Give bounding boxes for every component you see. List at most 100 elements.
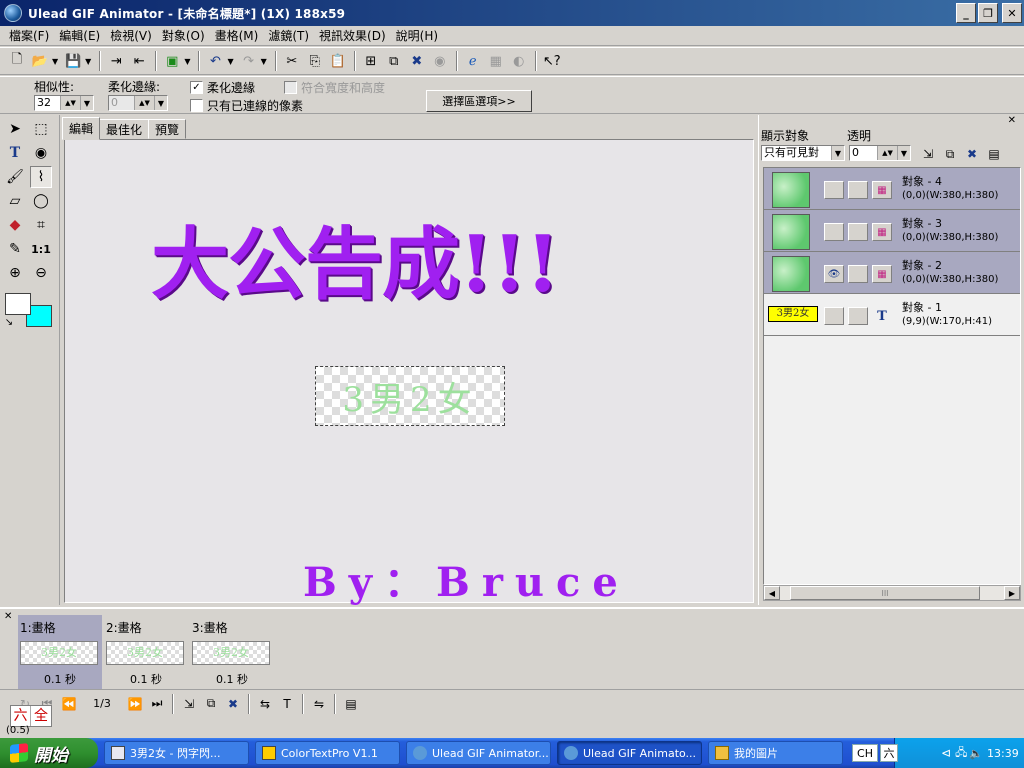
chevron-down-icon[interactable]: ▼ <box>897 146 910 160</box>
paste-icon[interactable]: 📋 <box>327 50 349 72</box>
redo-icon[interactable]: ↷ <box>238 50 260 72</box>
author-text[interactable]: By：Bruce <box>303 550 630 608</box>
frame-delay[interactable]: 0.1 秒 <box>104 671 188 687</box>
lock-toggle[interactable] <box>848 223 868 241</box>
fit-size-checkbox[interactable]: 符合寬度和高度 <box>284 79 385 96</box>
ime-mode[interactable]: 六 <box>11 706 31 726</box>
taskbar-item[interactable]: Ulead GIF Animator... <box>406 741 551 765</box>
volume-icon[interactable]: 🔈 <box>969 747 983 760</box>
lock-toggle[interactable] <box>848 181 868 199</box>
undo-dropdown-icon[interactable]: ▼ <box>227 57 233 66</box>
menu-file[interactable]: 檔案(F) <box>4 27 54 44</box>
duplicate-frame-icon[interactable]: ⧉ <box>200 694 222 714</box>
swap-colors-icon[interactable]: ↘ <box>2 315 16 329</box>
text-banner-icon[interactable]: T <box>276 694 298 714</box>
spinner-arrows-icon[interactable]: ▲▼ <box>877 146 897 160</box>
tween-icon[interactable]: ◉ <box>429 50 451 72</box>
add-frame-icon[interactable]: ⊞ <box>360 50 382 72</box>
browser-icon[interactable]: ℯ <box>462 50 484 72</box>
open-icon[interactable]: 📂 <box>29 50 51 72</box>
chevron-down-icon[interactable]: ▼ <box>154 96 167 110</box>
checkbox-box[interactable]: ✓ <box>190 81 203 94</box>
object-row[interactable]: 👁 ▦ 對象 - 2 (0,0)(W:380,H:380) <box>764 252 1020 294</box>
similarity-spinner[interactable]: 32 ▲▼ ▼ <box>34 95 94 111</box>
eraser-tool-icon[interactable]: ▱ <box>4 190 26 212</box>
close-button[interactable]: ✕ <box>1002 3 1022 23</box>
tab-edit[interactable]: 編輯 <box>62 117 101 140</box>
pointer-tool-icon[interactable]: ➤ <box>4 118 26 140</box>
opacity-spinner[interactable]: 0 ▲▼ ▼ <box>849 145 911 161</box>
tween-icon[interactable]: ⇆ <box>254 694 276 714</box>
lasso-tool-icon[interactable]: ⌇ <box>30 166 52 188</box>
spinner-arrows-icon[interactable]: ▲▼ <box>134 96 154 110</box>
taskbar-item[interactable]: 3男2女 - 閃字閃... <box>104 741 249 765</box>
marquee-tool-icon[interactable]: ⬚ <box>30 118 52 140</box>
ime-indicator[interactable]: 六 全 <box>10 705 52 727</box>
new-icon[interactable]: 🗋 <box>6 50 28 72</box>
menu-frame[interactable]: 畫格(M) <box>210 27 264 44</box>
canvas-title-text[interactable]: 大公告成!!! <box>151 202 560 314</box>
spinner-arrows-icon[interactable]: ▲▼ <box>60 96 80 110</box>
tab-preview[interactable]: 預覽 <box>148 119 187 139</box>
chevron-down-icon[interactable]: ▼ <box>80 96 93 110</box>
taskbar-item[interactable]: 我的圖片 <box>708 741 843 765</box>
actual-size-icon[interactable]: 1:1 <box>30 238 52 260</box>
feather-spinner[interactable]: 0 ▲▼ ▼ <box>108 95 168 111</box>
copy-icon[interactable]: ⎘ <box>304 50 326 72</box>
next-frame-icon[interactable]: ⏩ <box>124 694 146 714</box>
frame-item[interactable]: 3:畫格 3男2女 0.1 秒 <box>190 615 274 689</box>
eyedropper-tool-icon[interactable]: ✎ <box>4 238 26 260</box>
save-icon[interactable]: 💾 <box>62 50 84 72</box>
frame-item[interactable]: 2:畫格 3男2女 0.1 秒 <box>104 615 188 689</box>
foreground-color-swatch[interactable] <box>5 293 31 315</box>
scroll-track[interactable]: III <box>780 586 1004 600</box>
paint-bucket-icon[interactable]: ◆ <box>4 214 26 236</box>
tab-optimize[interactable]: 最佳化 <box>99 119 150 139</box>
delete-icon[interactable]: ✖ <box>406 50 428 72</box>
checkbox-box[interactable] <box>284 81 297 94</box>
menu-help[interactable]: 說明(H) <box>391 27 443 44</box>
previous-frame-icon[interactable]: ⏪ <box>58 694 80 714</box>
open-dropdown-icon[interactable]: ▼ <box>52 57 58 66</box>
visibility-toggle[interactable] <box>824 223 844 241</box>
undo-icon[interactable]: ↶ <box>204 50 226 72</box>
delete-object-icon[interactable]: ✖ <box>961 143 983 165</box>
input-method-indicator[interactable]: 六 <box>880 744 898 762</box>
start-button[interactable]: 開始 <box>0 738 98 768</box>
export-icon[interactable]: ⇤ <box>128 50 150 72</box>
lock-toggle[interactable] <box>848 307 868 325</box>
new-object-icon[interactable]: ⇲ <box>917 143 939 165</box>
menu-filter[interactable]: 濾鏡(T) <box>263 27 314 44</box>
horizontal-scrollbar[interactable]: ◀ III ▶ <box>763 585 1021 601</box>
cut-icon[interactable]: ✂ <box>281 50 303 72</box>
zoom-in-icon[interactable]: ⊕ <box>4 262 26 284</box>
paintbrush-tool-icon[interactable]: 🖌 <box>4 166 26 188</box>
zoom-out-icon[interactable]: ⊖ <box>30 262 52 284</box>
save-dropdown-icon[interactable]: ▼ <box>85 57 91 66</box>
menu-object[interactable]: 對象(O) <box>157 27 210 44</box>
selected-text-object[interactable]: 3男2女 <box>315 366 505 426</box>
lock-toggle[interactable] <box>848 265 868 283</box>
object-row[interactable]: ▦ 對象 - 4 (0,0)(W:380,H:380) <box>764 168 1020 210</box>
duplicate-icon[interactable]: ⧉ <box>383 50 405 72</box>
show-objects-value[interactable]: 只有可見對 <box>762 146 831 160</box>
taskbar-item[interactable]: ColorTextPro V1.1 <box>255 741 400 765</box>
similarity-value[interactable]: 32 <box>35 96 60 110</box>
object-row[interactable]: 3男2女 T 對象 - 1 (9,9)(W:170,H:41) <box>764 294 1020 336</box>
frame-delay[interactable]: 0.1 秒 <box>190 671 274 687</box>
taskbar-item-active[interactable]: Ulead GIF Animato... <box>557 741 702 765</box>
crop-tool-icon[interactable]: ⌗ <box>30 214 52 236</box>
preview-icon[interactable]: ▣ <box>161 50 183 72</box>
visibility-toggle[interactable] <box>824 181 844 199</box>
language-indicator[interactable]: CH <box>852 744 878 762</box>
eye-icon[interactable]: 👁 <box>824 265 844 283</box>
duplicate-object-icon[interactable]: ⧉ <box>939 143 961 165</box>
object-tool-icon[interactable]: ◉ <box>30 142 52 164</box>
object-row[interactable]: ▦ 對象 - 3 (0,0)(W:380,H:380) <box>764 210 1020 252</box>
chevron-down-icon[interactable]: ▼ <box>831 146 844 160</box>
opacity-value[interactable]: 0 <box>850 146 877 160</box>
minimize-button[interactable]: _ <box>956 3 976 23</box>
preview-dropdown-icon[interactable]: ▼ <box>184 57 190 66</box>
close-panel-icon[interactable]: ✕ <box>1008 115 1016 126</box>
network-icon[interactable]: 🖧 <box>955 744 967 763</box>
